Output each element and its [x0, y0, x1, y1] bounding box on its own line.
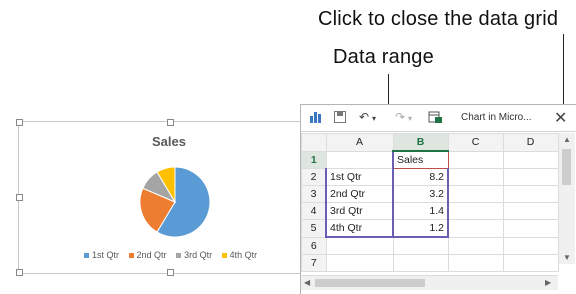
cell-a6[interactable]	[325, 236, 394, 255]
legend-label: 4th Qtr	[229, 250, 258, 260]
cell-a5[interactable]: 4th Qtr	[325, 219, 394, 238]
undo-icon[interactable]: ↶	[359, 110, 369, 124]
cell-d4[interactable]	[502, 202, 559, 220]
data-grid[interactable]: A B C D 1 Sales 2 1st Qtr 8.2 3 2nd Qtr …	[301, 133, 559, 272]
legend-label: 2nd Qtr	[136, 250, 167, 260]
close-icon[interactable]: ✕	[554, 108, 567, 128]
scroll-up-arrow-icon[interactable]: ▲	[563, 135, 571, 144]
chart-area[interactable]: Sales 1st Qtr 2nd Qtr 3rd Qtr 4th Qtr	[16, 119, 320, 276]
vertical-scroll-thumb[interactable]	[562, 149, 571, 185]
legend-swatch	[84, 253, 89, 259]
chart-icon	[309, 110, 323, 127]
cell-a3[interactable]: 2nd Qtr	[325, 185, 394, 203]
column-header-a[interactable]: A	[325, 133, 394, 152]
legend-label: 3rd Qtr	[184, 250, 213, 260]
column-header-c[interactable]: C	[447, 133, 504, 152]
column-header-b[interactable]: B	[392, 133, 449, 152]
row-header[interactable]: 1	[301, 150, 327, 169]
scroll-right-arrow-icon[interactable]: ▶	[545, 278, 551, 287]
legend-swatch	[176, 253, 182, 259]
legend-item: 2nd Qtr	[128, 250, 167, 260]
leader-line-close	[563, 34, 564, 108]
legend-swatch	[221, 253, 227, 259]
row-header[interactable]: 2	[301, 168, 327, 186]
cell-d3[interactable]	[502, 185, 559, 203]
column-header-d[interactable]: D	[502, 133, 559, 152]
row-header[interactable]: 6	[301, 236, 327, 255]
cell-a1[interactable]	[325, 150, 394, 169]
save-icon[interactable]	[333, 110, 347, 127]
callout-close-data-grid: Click to close the data grid	[318, 8, 559, 30]
cell-a7[interactable]	[325, 254, 394, 272]
cell-c4[interactable]	[447, 202, 504, 220]
cell-a2[interactable]: 1st Qtr	[325, 168, 394, 186]
cell-d2[interactable]	[502, 168, 559, 186]
vertical-scrollbar[interactable]: ▲ ▼	[558, 133, 575, 264]
window-title: Chart in Micro...	[461, 112, 532, 123]
callout-data-range: Data range	[333, 46, 434, 68]
redo-icon[interactable]: ↷	[395, 110, 405, 124]
cell-c6[interactable]	[447, 236, 504, 255]
legend-item: 1st Qtr	[84, 250, 119, 260]
scroll-down-arrow-icon[interactable]: ▼	[563, 253, 571, 262]
cell-b4[interactable]: 1.4	[392, 202, 449, 220]
cell-d6[interactable]	[502, 236, 559, 255]
cell-c1[interactable]	[447, 150, 504, 169]
cell-a4[interactable]: 3rd Qtr	[325, 202, 394, 220]
scroll-left-arrow-icon[interactable]: ◀	[304, 278, 310, 287]
cell-b6[interactable]	[392, 236, 449, 255]
row-header[interactable]: 5	[301, 219, 327, 238]
legend-item: 3rd Qtr	[176, 250, 212, 260]
cell-d7[interactable]	[502, 254, 559, 272]
data-grid-window[interactable]: ↶ ▾ ↷ ▾ Chart in Micro... ✕ A B C D 1 Sa…	[300, 104, 576, 294]
legend-label: 1st Qtr	[92, 250, 120, 260]
cell-b2[interactable]: 8.2	[392, 168, 449, 186]
select-all-corner[interactable]	[301, 133, 327, 152]
cell-b7[interactable]	[392, 254, 449, 272]
excel-icon[interactable]	[428, 110, 443, 127]
row-header[interactable]: 7	[301, 254, 327, 272]
horizontal-scroll-thumb[interactable]	[315, 279, 425, 287]
cell-b5[interactable]: 1.2	[392, 219, 449, 238]
redo-dropdown-icon[interactable]: ▾	[408, 114, 412, 123]
legend-swatch	[128, 253, 134, 259]
row-header[interactable]: 4	[301, 202, 327, 220]
undo-dropdown-icon[interactable]: ▾	[372, 114, 376, 123]
grid-toolbar: ↶ ▾ ↷ ▾ Chart in Micro... ✕	[301, 105, 576, 132]
legend-item: 4th Qtr	[221, 250, 258, 260]
cell-b1[interactable]: Sales	[392, 150, 449, 169]
cell-c2[interactable]	[447, 168, 504, 186]
cell-b3[interactable]: 3.2	[392, 185, 449, 203]
chart-legend[interactable]: 1st Qtr 2nd Qtr 3rd Qtr 4th Qtr	[84, 250, 264, 260]
cell-c3[interactable]	[447, 185, 504, 203]
cell-c7[interactable]	[447, 254, 504, 272]
cell-c5[interactable]	[447, 219, 504, 238]
horizontal-scrollbar[interactable]: ◀ ▶	[301, 275, 558, 290]
row-header[interactable]: 3	[301, 185, 327, 203]
cell-d1[interactable]	[502, 150, 559, 169]
cell-d5[interactable]	[502, 219, 559, 238]
